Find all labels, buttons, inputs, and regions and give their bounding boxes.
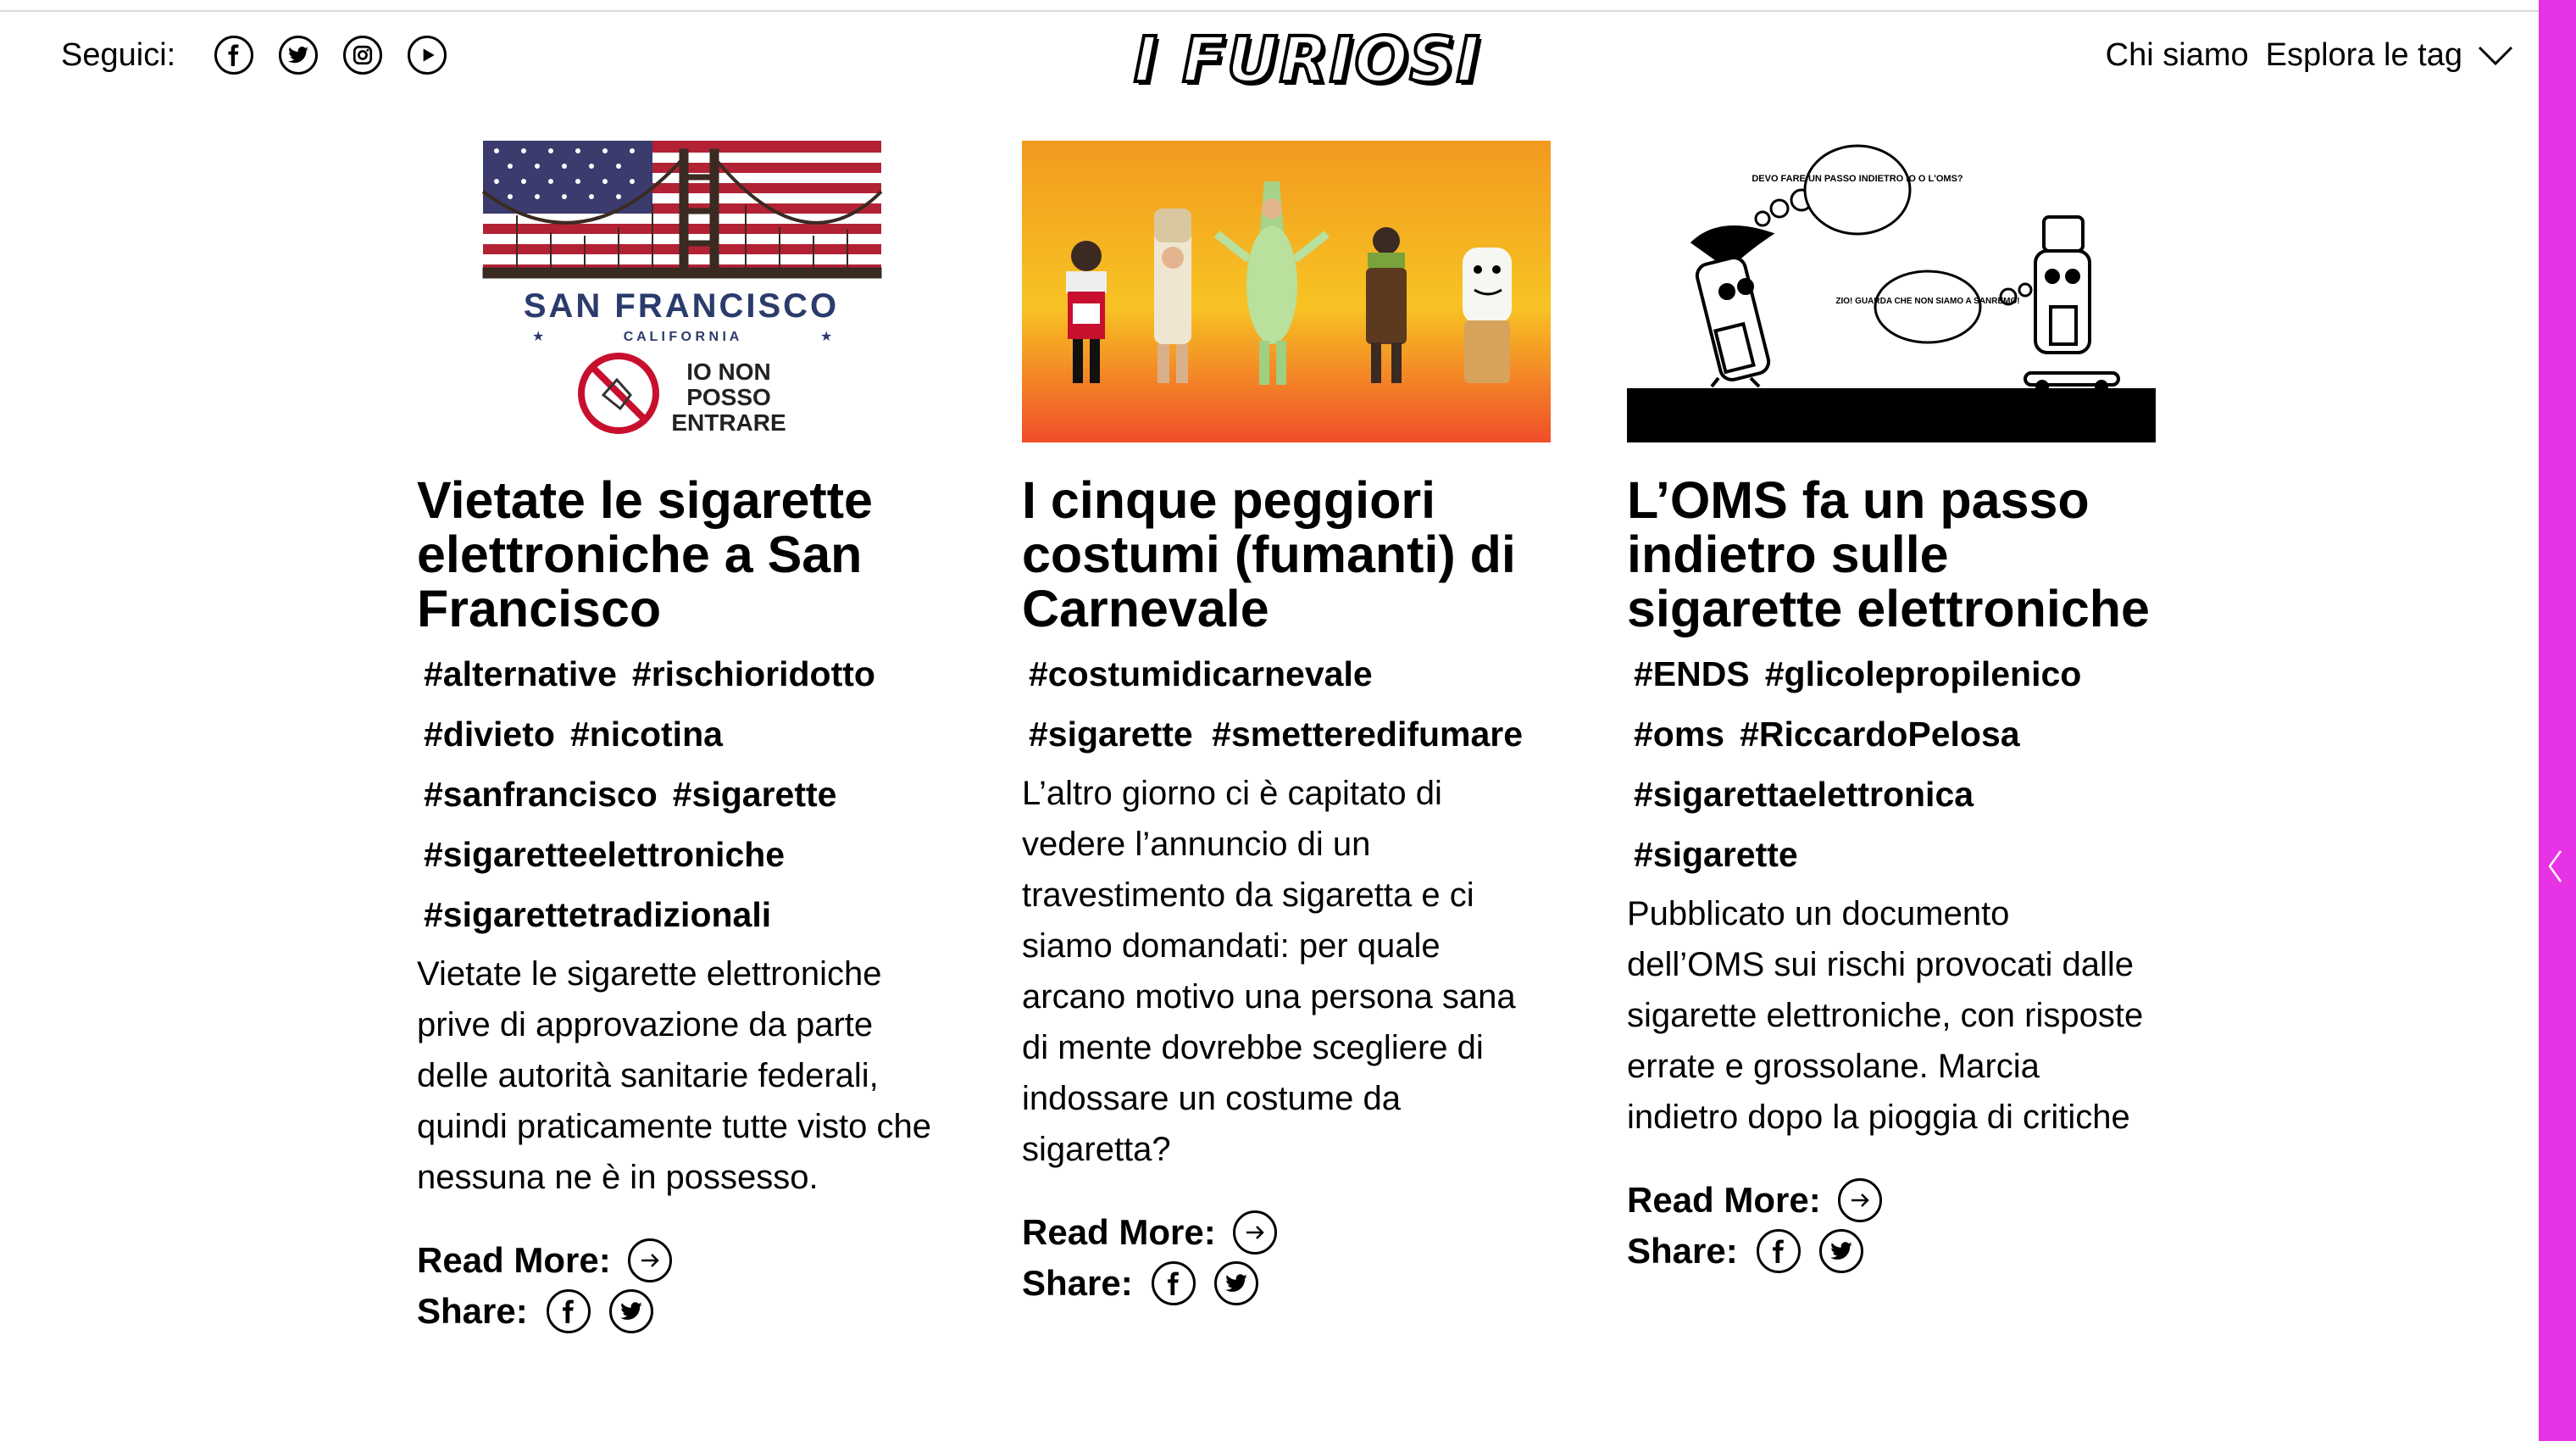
share-facebook-icon[interactable]	[546, 1289, 591, 1333]
read-more-label: Read More:	[417, 1240, 611, 1280]
tag-link[interactable]: #glicolepropilenico	[1765, 644, 2082, 704]
article-image[interactable]: DEVO FARE UN PASSO INDIETRO IO O L'OMS? …	[1627, 141, 2156, 442]
tag-list: #alternative #rischioridotto #divieto #nic…	[424, 644, 946, 945]
badge-line-2: POSSO	[686, 384, 771, 410]
badge-line-3: ENTRARE	[671, 409, 786, 436]
tag-link[interactable]: #costumidicarnevale	[1029, 644, 1373, 704]
share-facebook-icon[interactable]	[1756, 1229, 1801, 1273]
badge-line-1: IO NON	[686, 359, 771, 385]
follow-label: Seguici:	[61, 36, 176, 73]
share-bar: Share:	[1022, 1261, 1551, 1305]
article-card: DEVO FARE UN PASSO INDIETRO IO O L'OMS? …	[1627, 141, 2156, 1273]
tag-list: #ENDS #glicolepropilenico #oms #RiccardoPe…	[1634, 644, 2156, 885]
article-title[interactable]: L’OMS fa un passo indietro sulle sigaret…	[1627, 473, 2156, 636]
twitter-icon[interactable]	[279, 36, 319, 75]
tag-link[interactable]: #oms	[1634, 704, 1724, 765]
chevron-left-icon[interactable]	[2545, 848, 2564, 885]
tag-link[interactable]: #sigarette	[1634, 825, 1798, 885]
browser-top-line	[0, 0, 2539, 12]
facebook-icon[interactable]	[214, 36, 254, 75]
tag-link[interactable]: #rischioridotto	[632, 644, 875, 704]
speech-bubble-right: ZIO! GUARDA CHE NON SIAMO A SANREMO!	[1835, 297, 2019, 306]
share-bar: Share:	[1627, 1229, 2156, 1273]
article-actions: Read More: Share:	[1022, 1210, 1551, 1305]
arrow-right-icon[interactable]	[627, 1238, 672, 1282]
share-bar: Share:	[417, 1289, 946, 1333]
share-twitter-icon[interactable]	[1818, 1229, 1863, 1273]
read-more-link[interactable]: Read More:	[1022, 1210, 1551, 1255]
nav-chi-siamo[interactable]: Chi siamo	[2106, 37, 2249, 74]
article-card: SAN FRANCISCO C A L I F O R N I A ★ ★ IO…	[417, 141, 946, 1333]
read-more-label: Read More:	[1627, 1180, 1821, 1220]
share-label: Share:	[1022, 1263, 1133, 1303]
site-header: Seguici: I FURIOSI Chi siamo Esplora le …	[0, 12, 2539, 105]
instagram-icon[interactable]	[343, 36, 383, 75]
svg-text:★: ★	[820, 330, 832, 344]
arrow-right-icon[interactable]	[1837, 1178, 1882, 1222]
site-logo[interactable]: I FURIOSI	[1132, 22, 1481, 98]
tag-list: #costumidicarnevale #sigarette #smettere…	[1029, 644, 1551, 765]
share-facebook-icon[interactable]	[1151, 1261, 1196, 1305]
nav-esplora-tag[interactable]: Esplora le tag	[2266, 37, 2462, 74]
article-excerpt: Pubblicato un documento dell’OMS sui ris…	[1627, 895, 2144, 1136]
article-image[interactable]: SAN FRANCISCO C A L I F O R N I A ★ ★ IO…	[417, 141, 946, 442]
tag-link[interactable]: #sigarettaelettronica	[1634, 765, 1974, 825]
share-twitter-icon[interactable]	[1213, 1261, 1258, 1305]
main-nav: Chi siamo Esplora le tag	[2089, 37, 2513, 74]
follow-bar: Seguici:	[61, 36, 447, 75]
tag-link[interactable]: #sigarette	[1029, 704, 1193, 765]
tag-link[interactable]: #sigarette	[673, 765, 837, 825]
read-more-link[interactable]: Read More:	[417, 1238, 946, 1282]
tag-link[interactable]: #smetteredifumare	[1212, 704, 1523, 765]
chevron-down-icon[interactable]	[2478, 46, 2513, 66]
article-actions: Read More: Share:	[417, 1238, 946, 1333]
image-caption-sub: C A L I F O R N I A	[624, 330, 740, 344]
article-actions: Read More: Share:	[1627, 1178, 2156, 1273]
side-panel[interactable]	[2539, 0, 2576, 1441]
article-image[interactable]	[1022, 141, 1551, 442]
read-more-label: Read More:	[1022, 1212, 1216, 1252]
tag-link[interactable]: #sigaretteelettroniche	[424, 825, 785, 885]
tag-link[interactable]: #sigarettetradizionali	[424, 885, 771, 945]
speech-bubble-left: DEVO FARE UN PASSO INDIETRO IO O L'OMS?	[1752, 174, 1963, 184]
article-title[interactable]: Vietate le sigarette elettroniche a San …	[417, 473, 946, 636]
tag-link[interactable]: #alternative	[424, 644, 617, 704]
article-card: I cinque peggiori costumi (fumanti) di C…	[1022, 141, 1551, 1305]
share-label: Share:	[1627, 1231, 1738, 1271]
tag-link[interactable]: #RiccardoPelosa	[1740, 704, 2019, 765]
tag-link[interactable]: #sanfrancisco	[424, 765, 658, 825]
tag-link[interactable]: #ENDS	[1634, 644, 1750, 704]
arrow-right-icon[interactable]	[1232, 1210, 1277, 1255]
svg-text:★: ★	[532, 330, 544, 344]
youtube-icon[interactable]	[408, 36, 447, 75]
article-excerpt: Vietate le sigarette elettroniche prive …	[417, 955, 932, 1196]
read-more-link[interactable]: Read More:	[1627, 1178, 2156, 1222]
share-label: Share:	[417, 1291, 528, 1331]
tag-link[interactable]: #divieto	[424, 704, 555, 765]
article-excerpt: L’altro giorno ci è capitato di vedere l…	[1022, 775, 1516, 1168]
share-twitter-icon[interactable]	[608, 1289, 653, 1333]
article-title[interactable]: I cinque peggiori costumi (fumanti) di C…	[1022, 473, 1551, 636]
tag-link[interactable]: #nicotina	[570, 704, 723, 765]
image-caption-main: SAN FRANCISCO	[524, 287, 839, 325]
